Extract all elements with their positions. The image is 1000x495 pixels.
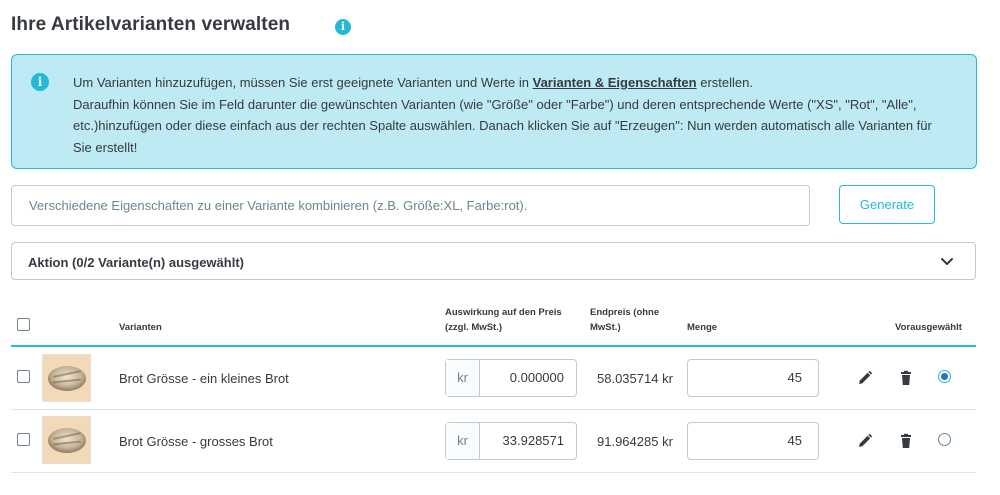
quantity-input[interactable]: 45: [687, 422, 819, 460]
row-checkbox[interactable]: [17, 370, 30, 383]
page-title: Ihre Artikelvarianten verwalten: [11, 14, 291, 35]
chevron-down-icon: [941, 258, 953, 265]
column-header-price-impact: Auswirkung auf den Preis (zzgl. MwSt.): [445, 305, 562, 335]
final-price: 58.035714 kr: [597, 371, 673, 386]
alert-text-rest: Daraufhin können Sie im Feld darunter di…: [73, 96, 932, 155]
column-header-final-price-line1: Endpreis (ohne: [590, 307, 660, 318]
price-impact-input[interactable]: kr 33.928571: [445, 422, 577, 460]
info-icon[interactable]: i: [335, 19, 351, 35]
row-checkbox[interactable]: [17, 433, 30, 446]
alert-text-line1: Um Varianten hinzuzufügen, müssen Sie er…: [73, 75, 533, 90]
column-header-quantity: Menge: [687, 322, 718, 333]
final-price: 91.964285 kr: [597, 434, 673, 449]
info-icon: i: [31, 73, 49, 91]
quantity-input[interactable]: 45: [687, 359, 819, 397]
trash-icon[interactable]: [898, 433, 914, 449]
variant-thumbnail: [42, 354, 91, 402]
alert-text-line1-end: erstellen.: [696, 75, 753, 90]
price-impact-input[interactable]: kr 0.000000: [445, 359, 577, 397]
column-header-final-price: Endpreis (ohne MwSt.): [590, 305, 659, 335]
currency-prefix: kr: [446, 423, 480, 459]
default-variant-radio[interactable]: [938, 370, 951, 383]
table-header-divider: [11, 345, 976, 347]
variants-properties-link[interactable]: Varianten & Eigenschaften: [533, 75, 697, 90]
combination-input[interactable]: [11, 185, 810, 226]
row-divider: [11, 409, 976, 410]
variant-name: Brot Grösse - ein kleines Brot: [119, 371, 289, 386]
bulk-action-label: Aktion (0/2 Variante(n) ausgewählt): [28, 255, 244, 270]
edit-icon[interactable]: [857, 433, 873, 449]
column-header-default: Vorausgewählt: [895, 322, 962, 333]
info-alert: i Um Varianten hinzuzufügen, müssen Sie …: [11, 54, 977, 169]
currency-prefix: kr: [446, 360, 480, 396]
column-header-variants: Varianten: [119, 322, 162, 333]
select-all-checkbox[interactable]: [17, 318, 30, 331]
bulk-action-dropdown[interactable]: Aktion (0/2 Variante(n) ausgewählt): [11, 242, 976, 280]
trash-icon[interactable]: [898, 370, 914, 386]
column-header-price-impact-line2: (zzgl. MwSt.): [445, 322, 502, 333]
column-header-final-price-line2: MwSt.): [590, 322, 621, 333]
default-variant-radio[interactable]: [938, 433, 951, 446]
column-header-price-impact-line1: Auswirkung auf den Preis: [445, 307, 562, 318]
variant-name: Brot Grösse - grosses Brot: [119, 434, 273, 449]
generate-button[interactable]: Generate: [839, 185, 935, 224]
alert-text: Um Varianten hinzuzufügen, müssen Sie er…: [73, 72, 953, 158]
price-impact-value[interactable]: 0.000000: [480, 360, 576, 396]
variant-thumbnail: [42, 416, 91, 464]
price-impact-value[interactable]: 33.928571: [480, 423, 576, 459]
edit-icon[interactable]: [857, 370, 873, 386]
row-divider: [11, 472, 976, 473]
